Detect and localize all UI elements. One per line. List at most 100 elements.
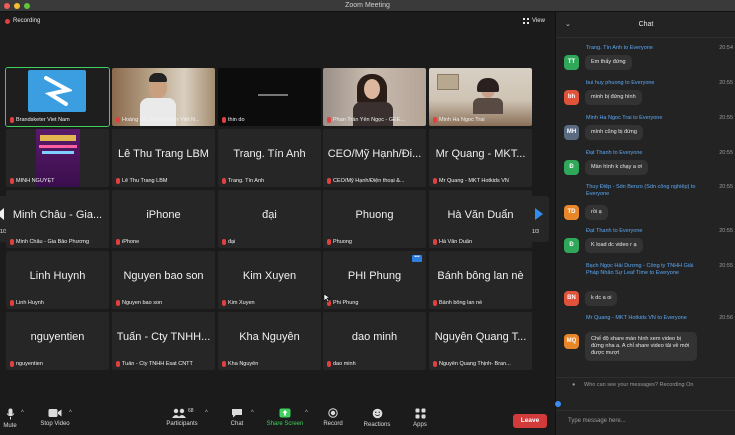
chat-options-caret[interactable]: ^ [251, 410, 254, 416]
user-icon: ● [572, 382, 576, 388]
video-options-caret[interactable]: ^ [69, 410, 72, 416]
who-can-see-messages-link[interactable]: ● Who can see your messages? Recording O… [556, 377, 735, 391]
message-time: 20:55 [719, 115, 733, 121]
participant-name-display: Nguyen bao son [123, 270, 204, 282]
mic-muted-icon [327, 117, 331, 123]
video-tile[interactable]: Tuấn - Cty TNHH... Tuấn - Cty TNHH Esat … [112, 312, 215, 370]
video-tile[interactable]: Minh Châu - Gia... Minh Châu - Gia Bảo P… [6, 190, 109, 248]
chat-message: Bạch Ngọc Hải Dương - Công ty TNHH Giải … [561, 262, 733, 308]
mute-button[interactable]: Mute [2, 408, 18, 429]
view-label: View [532, 18, 545, 24]
video-tile[interactable]: nguyentien nguyentien [6, 312, 109, 370]
view-button[interactable]: View [523, 18, 545, 24]
chat-message: Minh Ha Ngoc Trai to Everyone 20:55 MH m… [561, 114, 733, 144]
video-tile[interactable]: Brandsketer Viet Nam [5, 67, 110, 127]
tile-caption: Kim Xuyen [222, 300, 318, 306]
participant-name-display: Bánh bông lan nè [437, 270, 524, 282]
stop-video-button[interactable]: Stop Video [37, 408, 73, 427]
participant-name-display: iPhone [146, 209, 181, 221]
tile-caption: thin do [222, 117, 318, 123]
message-sender[interactable]: Minh Ha Ngoc Trai to Everyone [586, 115, 706, 122]
record-icon [328, 408, 338, 418]
message-text: rồi ạ [585, 205, 608, 220]
mic-muted-icon [10, 178, 14, 184]
participant-name-display: Hà Văn Duẩn [447, 209, 514, 221]
video-tile[interactable]: Lê Thu Trang LBM Lê Thu Trang LBM [112, 129, 215, 187]
video-tile[interactable]: iPhone iPhone [112, 190, 215, 248]
message-sender[interactable]: Mr Quang - MKT Hotkids VN to Everyone [586, 315, 706, 322]
participant-name-display: Kha Nguyễn [239, 331, 300, 343]
message-sender[interactable]: bui huy phuong to Everyone [586, 80, 706, 87]
tile-caption: iPhone [116, 239, 212, 245]
participant-name-display: Minh Châu - Gia... [12, 209, 103, 221]
chevron-down-icon[interactable]: ⌄ [565, 12, 571, 38]
video-tile[interactable]: Phuong Phuong [323, 190, 426, 248]
message-sender[interactable]: Đạt Thanh to Everyone [586, 228, 706, 235]
video-tile[interactable]: thin do [218, 68, 321, 126]
message-time: 20:54 [719, 45, 733, 51]
mic-muted-icon [327, 361, 331, 367]
video-tile[interactable]: Kha Nguyễn Kha Nguyễn [218, 312, 321, 370]
message-sender[interactable]: Trang. Tín Anh to Everyone [586, 45, 706, 52]
participants-button[interactable]: 68 Participants [162, 408, 202, 427]
tile-caption: Hoàng Lê. Brandsketer Việt N... [116, 117, 212, 123]
message-text: Chế độ share màn hình xem video bị đứng … [585, 332, 697, 361]
chat-message-input[interactable]: Type message here... [556, 410, 735, 435]
share-screen-label: Share Screen [266, 421, 304, 427]
message-text: k dc a oi [585, 291, 618, 306]
record-button[interactable]: Record [320, 408, 346, 427]
avatar: MH [564, 125, 579, 140]
chat-header: ⌄ Chat [556, 12, 735, 38]
share-screen-button[interactable]: Share Screen [264, 408, 306, 427]
apps-button[interactable]: Apps [409, 408, 431, 428]
reactions-button[interactable]: Reactions [360, 408, 394, 428]
leave-button[interactable]: Leave [513, 414, 547, 428]
mic-muted-icon [433, 239, 437, 245]
video-tile[interactable]: đại đại [218, 190, 321, 248]
video-tile[interactable]: Trang. Tín Anh Trang. Tín Anh [218, 129, 321, 187]
tile-caption: Brandsketer Viet Nam [10, 117, 106, 123]
participant-name-display: Mr Quang - MKT... [435, 148, 526, 160]
video-tile[interactable]: Hoàng Lê. Brandsketer Việt N... [112, 68, 215, 126]
mouse-cursor-icon [323, 293, 331, 303]
record-label: Record [323, 421, 343, 427]
recording-indicator[interactable]: Recording [5, 18, 40, 24]
video-tile[interactable]: Minh Ha Ngoc Trai [429, 68, 532, 126]
video-tile[interactable]: Kim Xuyen Kim Xuyen [218, 251, 321, 309]
message-time: 20:55 [719, 184, 733, 190]
video-tile[interactable]: ••• PHI Phung Phi Phung [323, 251, 426, 309]
chat-button[interactable]: Chat [226, 408, 248, 427]
video-tile[interactable]: Nguyễn Quang T... Nguyễn Quang Thịnh- Br… [429, 312, 532, 370]
video-tile[interactable]: MINH NGUYỆT [6, 129, 109, 187]
apps-icon [415, 408, 425, 419]
video-tile[interactable]: CEO/Mỹ Hạnh/Đi... CEO/Mỹ Hạnh/Điện thoại… [323, 129, 426, 187]
mute-options-caret[interactable]: ^ [21, 410, 24, 416]
mic-muted-icon [10, 300, 14, 306]
message-sender[interactable]: Bạch Ngọc Hải Dương - Công ty TNHH Giải … [586, 263, 706, 277]
video-tile[interactable]: Mr Quang - MKT... Mr Quang - MKT Hotkids… [429, 129, 532, 187]
participant-name-display: Trang. Tín Anh [233, 148, 306, 160]
mic-muted-icon [433, 117, 437, 123]
message-time: 20:56 [719, 315, 733, 321]
share-screen-icon [279, 408, 291, 418]
video-tile[interactable]: Linh Huynh Linh Huynh [6, 251, 109, 309]
mic-muted-icon [116, 117, 120, 123]
message-text: mình bị đứng hình [585, 90, 642, 105]
video-tile[interactable]: Phan Trần Yến Ngọc - GEE... [323, 68, 426, 126]
mic-muted-icon [10, 361, 14, 367]
more-options-icon[interactable]: ••• [412, 255, 422, 262]
video-tile[interactable]: dao minh dao minh [323, 312, 426, 370]
video-tile[interactable]: Nguyen bao son Nguyen bao son [112, 251, 215, 309]
mic-muted-icon [116, 178, 120, 184]
message-sender[interactable]: Đạt Thanh to Everyone [586, 150, 706, 157]
chat-message: bui huy phuong to Everyone 20:55 bh mình… [561, 79, 733, 109]
video-tile[interactable]: Bánh bông lan nè Bánh bông lan nè [429, 251, 532, 309]
tile-caption: Minh Ha Ngoc Trai [433, 117, 529, 123]
message-sender[interactable]: Thuy Điệp - Sdn Benzo (Sdn công nghiệp) … [586, 184, 706, 198]
share-options-caret[interactable]: ^ [305, 410, 308, 416]
reactions-label: Reactions [363, 422, 391, 428]
tile-caption: Tuấn - Cty TNHH Esat CNTT [116, 361, 212, 367]
participants-options-caret[interactable]: ^ [205, 410, 208, 416]
video-tile[interactable]: Hà Văn Duẩn Hà Văn Duẩn [429, 190, 532, 248]
avatar: Đ [564, 160, 579, 175]
